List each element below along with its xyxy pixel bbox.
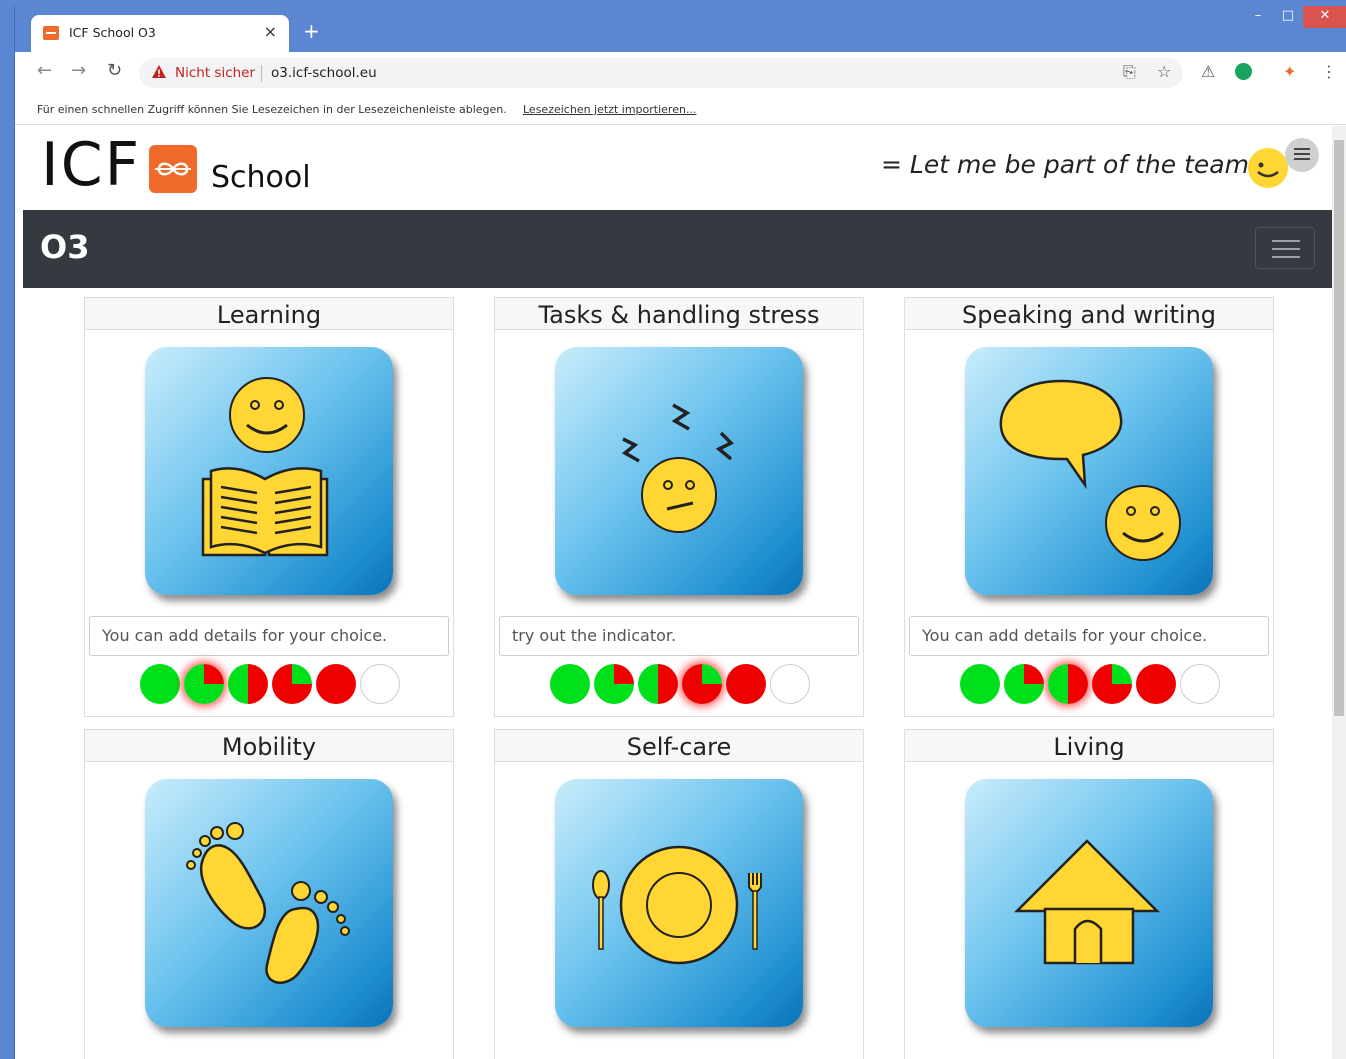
reading-icon[interactable] — [145, 347, 393, 595]
indicator-half[interactable] — [638, 664, 678, 704]
card-title: Tasks & handling stress — [495, 298, 863, 330]
indicator-none[interactable] — [1180, 664, 1220, 704]
security-warning[interactable]: Nicht sicher — [175, 65, 255, 81]
address-separator — [261, 65, 262, 82]
scrollbar-thumb[interactable] — [1334, 140, 1344, 716]
indicator-mostly-green[interactable] — [1004, 664, 1044, 704]
tab-strip: ICF School O3 × + – □ ✕ — [15, 6, 1346, 52]
chat-menu-icon[interactable] — [1285, 138, 1319, 172]
navbar-toggle-button[interactable] — [1255, 227, 1315, 269]
indicator-mostly-red[interactable] — [682, 664, 722, 704]
indicator-none[interactable] — [770, 664, 810, 704]
browser-tab[interactable]: ICF School O3 × — [31, 15, 289, 52]
indicator-red[interactable] — [316, 664, 356, 704]
indicator-half[interactable] — [228, 664, 268, 704]
card-tasks: Tasks & handling stress try out the indi… — [494, 297, 864, 717]
indicator-green[interactable] — [550, 664, 590, 704]
bookmark-star-icon[interactable]: ☆ — [1157, 62, 1171, 81]
maximize-button[interactable]: □ — [1275, 6, 1301, 28]
indicator-red[interactable] — [726, 664, 766, 704]
card-title: Self-care — [495, 730, 863, 762]
bookmark-message: Für einen schnellen Zugriff können Sie L… — [37, 103, 507, 116]
house-icon[interactable] — [965, 779, 1213, 1027]
stress-icon[interactable] — [555, 347, 803, 595]
browser-menu-icon[interactable]: ⋮ — [1321, 62, 1337, 81]
indicator-green[interactable] — [960, 664, 1000, 704]
address-bar[interactable]: Nicht sicher o3.icf-school.eu — [139, 58, 1183, 88]
team-slogan: = Let me be part of the team = — [881, 150, 1278, 179]
reload-icon[interactable]: ↻ — [107, 60, 122, 81]
indicator-mostly-red[interactable] — [272, 664, 312, 704]
extension-icon[interactable]: ⚠ — [1201, 62, 1215, 81]
card-title: Learning — [85, 298, 453, 330]
details-input[interactable]: You can add details for your choice. — [89, 616, 449, 656]
card-speaking: Speaking and writing You can add details… — [904, 297, 1274, 717]
url-text[interactable]: o3.icf-school.eu — [271, 65, 377, 81]
page-content: ICF School = Let me be part of the team … — [23, 126, 1333, 1059]
browser-window: ICF School O3 × + – □ ✕ ← → ↻ Nicht sich… — [14, 6, 1346, 1059]
indicator-red[interactable] — [1136, 664, 1176, 704]
card-title: Mobility — [85, 730, 453, 762]
footprints-icon[interactable] — [145, 779, 393, 1027]
smiley-avatar-icon[interactable] — [1248, 148, 1288, 188]
new-tab-button[interactable]: + — [303, 19, 320, 43]
brand-text: ICF — [41, 130, 142, 200]
infinity-logo-icon — [149, 145, 197, 193]
indicator-mostly-red[interactable] — [1092, 664, 1132, 704]
minimize-button[interactable]: – — [1245, 6, 1271, 28]
speech-icon[interactable] — [965, 347, 1213, 595]
page-scrollbar[interactable] — [1332, 126, 1346, 1059]
adblock-icon[interactable] — [1235, 63, 1252, 80]
warning-icon — [152, 65, 166, 78]
top-navbar: O3 — [23, 210, 1333, 288]
bookmark-import-link[interactable]: Lesezeichen jetzt importieren... — [523, 103, 696, 116]
brand-subtitle: School — [211, 160, 311, 195]
plate-icon[interactable] — [555, 779, 803, 1027]
card-mobility: Mobility — [84, 729, 454, 1059]
back-arrow-icon[interactable]: ← — [37, 60, 52, 81]
indicator-mostly-green[interactable] — [184, 664, 224, 704]
bookmark-bar: Für einen schnellen Zugriff können Sie L… — [15, 92, 1346, 125]
translate-icon[interactable]: ⎘ — [1123, 62, 1136, 82]
details-input[interactable]: try out the indicator. — [499, 616, 859, 656]
card-title: Speaking and writing — [905, 298, 1273, 330]
details-input[interactable]: You can add details for your choice. — [909, 616, 1269, 656]
tab-title: ICF School O3 — [69, 25, 156, 40]
forward-arrow-icon[interactable]: → — [71, 60, 86, 81]
site-favicon-icon — [43, 26, 59, 40]
card-learning: Learning You can add details for your ch… — [84, 297, 454, 717]
card-title: Living — [905, 730, 1273, 762]
indicator-mostly-green[interactable] — [594, 664, 634, 704]
extension-fox-icon[interactable]: ✦ — [1283, 62, 1296, 81]
indicator-none[interactable] — [360, 664, 400, 704]
tab-close-icon[interactable]: × — [264, 22, 277, 41]
indicator-half[interactable] — [1048, 664, 1088, 704]
navbar-title[interactable]: O3 — [40, 228, 89, 266]
card-living: Living — [904, 729, 1274, 1059]
browser-toolbar: ← → ↻ Nicht sicher o3.icf-school.eu ⎘ ☆ … — [15, 52, 1346, 92]
card-self-care: Self-care — [494, 729, 864, 1059]
close-window-button[interactable]: ✕ — [1303, 6, 1346, 28]
indicator-green[interactable] — [140, 664, 180, 704]
